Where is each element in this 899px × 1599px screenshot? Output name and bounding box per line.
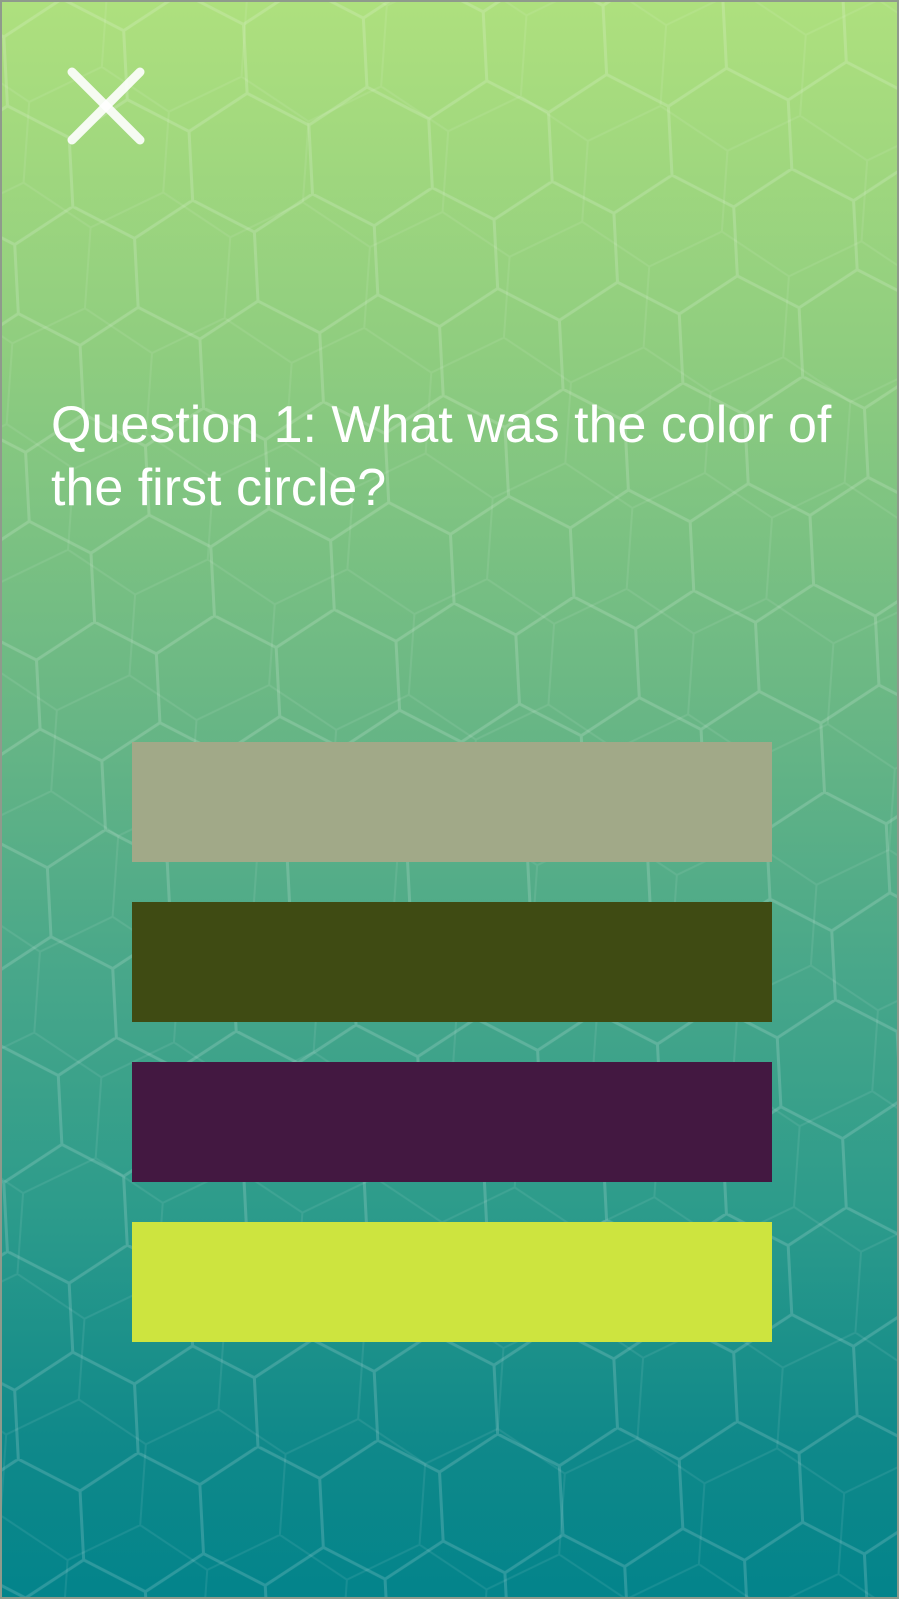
- question-text: Question 1: What was the color of the fi…: [51, 396, 832, 517]
- close-icon: [67, 67, 145, 145]
- answer-option-4[interactable]: [132, 1222, 772, 1342]
- quiz-screen: Question 1: What was the color of the fi…: [0, 0, 899, 1599]
- answer-option-3[interactable]: [132, 1062, 772, 1182]
- answer-options: [132, 742, 772, 1382]
- answer-option-1[interactable]: [132, 742, 772, 862]
- close-button[interactable]: [64, 64, 148, 148]
- answer-option-2[interactable]: [132, 902, 772, 1022]
